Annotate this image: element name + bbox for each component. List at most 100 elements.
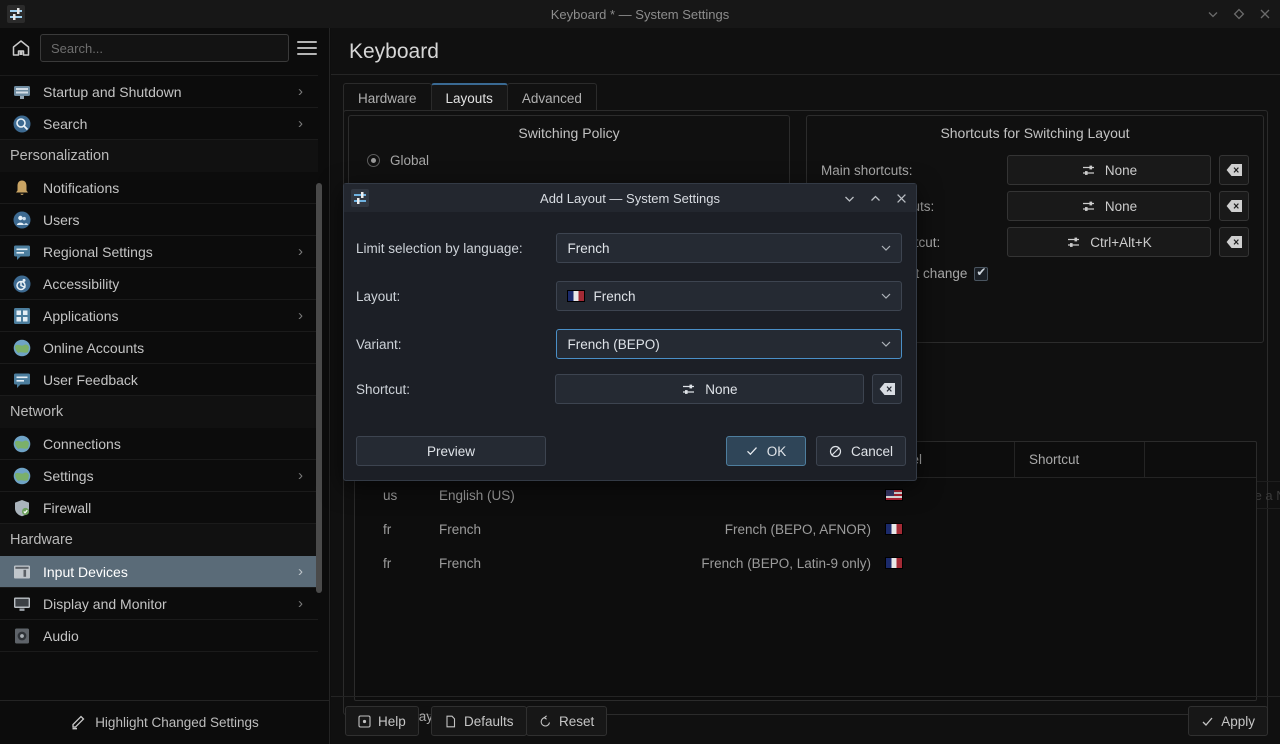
chevron-right-icon: › — [298, 83, 303, 100]
shortcut-icon — [1081, 163, 1096, 178]
maximize-icon[interactable] — [869, 192, 882, 205]
dialog-shortcut-button[interactable]: None — [554, 374, 865, 404]
defaults-label: Defaults — [464, 713, 514, 729]
cancel-label: Cancel — [850, 443, 894, 459]
startup-icon — [12, 82, 32, 102]
globe-icon — [12, 434, 32, 454]
globe-icon — [12, 338, 32, 358]
dialog-field-combobox[interactable]: French — [556, 233, 902, 263]
shield-icon — [12, 498, 32, 518]
french-flag-icon — [567, 290, 586, 302]
close-icon[interactable] — [895, 192, 908, 205]
sidebar-item-applications[interactable]: Applications › — [0, 300, 318, 332]
minimize-icon[interactable] — [1206, 7, 1220, 21]
shortcut-button-value: None — [1104, 198, 1138, 214]
shortcut-button-value: Ctrl+Alt+K — [1090, 234, 1152, 250]
shortcut-clear-button[interactable] — [1219, 191, 1249, 221]
accessibility-icon — [12, 274, 32, 294]
highlighter-icon — [70, 714, 87, 731]
dialog-titlebar: Add Layout — System Settings — [344, 184, 916, 212]
close-icon[interactable] — [1258, 7, 1272, 21]
table-row[interactable]: us English (US) — [355, 478, 1256, 512]
shortcut-button[interactable]: None — [1007, 155, 1211, 185]
sidebar-list: Shortcuts› Startup and Shutdown › Search › Pe… — [0, 68, 318, 708]
ok-label: OK — [766, 443, 787, 459]
chevron-right-icon: › — [298, 243, 303, 260]
switching-policy-title: Switching Policy — [518, 125, 620, 141]
sidebar-item-users[interactable]: Users — [0, 204, 318, 236]
table-column-header[interactable] — [1145, 442, 1255, 477]
minimize-icon[interactable] — [843, 192, 856, 205]
sidebar-item-startup-and-shutdown[interactable]: Startup and Shutdown › — [0, 76, 318, 108]
sidebar-item-firewall[interactable]: Firewall — [0, 492, 318, 524]
search-input[interactable]: Search... — [40, 34, 289, 62]
keyboard-icon — [12, 68, 32, 70]
cancel-button[interactable]: Cancel — [816, 436, 906, 466]
chevron-down-icon — [880, 290, 892, 302]
sidebar-item-settings[interactable]: Settings › — [0, 460, 318, 492]
ok-button[interactable]: OK — [726, 436, 806, 466]
sidebar-item-shortcuts[interactable]: Shortcuts› — [0, 68, 318, 76]
search-magnifier-icon — [12, 114, 32, 134]
switching-policy-option-global[interactable]: Global — [349, 141, 789, 168]
sidebar-item-input-devices[interactable]: Input Devices › — [0, 556, 318, 588]
check-icon — [1201, 715, 1214, 728]
sidebar-item-user-feedback[interactable]: User Feedback — [0, 364, 318, 396]
dialog-field-combobox[interactable]: French (BEPO) — [556, 329, 902, 359]
table-cell-short-name: fr — [383, 521, 392, 537]
shortcut-clear-button[interactable] — [1219, 227, 1249, 257]
apps-grid-icon — [12, 306, 32, 326]
sidebar-item-audio[interactable]: Audio — [0, 620, 318, 652]
audio-icon — [12, 626, 32, 646]
dialog-title: Add Layout — System Settings — [540, 190, 720, 206]
table-cell-short-name: us — [383, 487, 398, 503]
chevron-right-icon: › — [298, 307, 303, 324]
sidebar-scrollbar[interactable] — [316, 183, 322, 593]
check-icon — [746, 445, 758, 457]
dialog-fields: Limit selection by language: French Layout… — [344, 212, 916, 368]
dialog-field-value: French (BEPO) — [567, 336, 660, 352]
sidebar-item-search[interactable]: Search › — [0, 108, 318, 140]
dialog-shortcut-value: None — [705, 381, 738, 397]
table-cell-short-name: fr — [383, 555, 392, 571]
window-titlebar: Keyboard * — System Settings — [0, 0, 1280, 28]
highlight-changed-settings-button[interactable]: Highlight Changed Settings — [0, 700, 329, 744]
table-cell-layout: English (US) — [439, 487, 515, 503]
table-row[interactable]: fr French French (BEPO, AFNOR) — [355, 512, 1256, 546]
help-button[interactable]: Help — [345, 706, 419, 736]
chevron-right-icon: › — [298, 115, 303, 132]
sidebar-item-label: Online Accounts — [43, 339, 145, 356]
shortcut-button[interactable]: Ctrl+Alt+K — [1007, 227, 1211, 257]
cancel-icon — [829, 445, 842, 458]
check-icon — [974, 265, 989, 281]
table-column-header[interactable]: Shortcut — [1015, 442, 1145, 477]
dialog-field-label: Layout: — [356, 288, 401, 304]
sidebar-item-regional-settings[interactable]: Regional Settings › — [0, 236, 318, 268]
sidebar-item-notifications[interactable]: Notifications — [0, 172, 318, 204]
maximize-icon[interactable] — [1232, 7, 1246, 21]
window-controls — [1206, 0, 1272, 28]
defaults-button[interactable]: Defaults — [431, 706, 527, 736]
reset-button[interactable]: Reset — [526, 706, 608, 736]
help-label: Help — [378, 713, 406, 729]
backspace-icon — [1226, 235, 1243, 249]
sidebar-item-label: Accessibility — [43, 275, 120, 292]
shortcut-button-value: None — [1104, 162, 1138, 178]
dialog-field-row: Variant: French (BEPO) — [356, 320, 902, 368]
preview-button[interactable]: Preview — [356, 436, 546, 466]
sidebar-item-accessibility[interactable]: Accessibility — [0, 268, 318, 300]
shortcut-clear-button[interactable] — [1219, 155, 1249, 185]
sidebar-item-label: Connections — [43, 435, 121, 452]
dialog-shortcut-clear-button[interactable] — [872, 374, 902, 404]
sidebar-item-connections[interactable]: Connections — [0, 428, 318, 460]
apply-label: Apply — [1221, 713, 1255, 729]
dialog-field-combobox[interactable]: French — [556, 281, 902, 311]
shortcut-button[interactable]: None — [1007, 191, 1211, 221]
table-row[interactable]: fr French French (BEPO, Latin-9 only) — [355, 546, 1256, 580]
sidebar-item-online-accounts[interactable]: Online Accounts — [0, 332, 318, 364]
hamburger-icon[interactable] — [297, 38, 317, 58]
home-icon[interactable] — [10, 37, 32, 59]
shortcuts-group-title: Shortcuts for Switching Layout — [940, 125, 1130, 141]
apply-button[interactable]: Apply — [1188, 706, 1268, 736]
sidebar-item-display-and-monitor[interactable]: Display and Monitor › — [0, 588, 318, 620]
